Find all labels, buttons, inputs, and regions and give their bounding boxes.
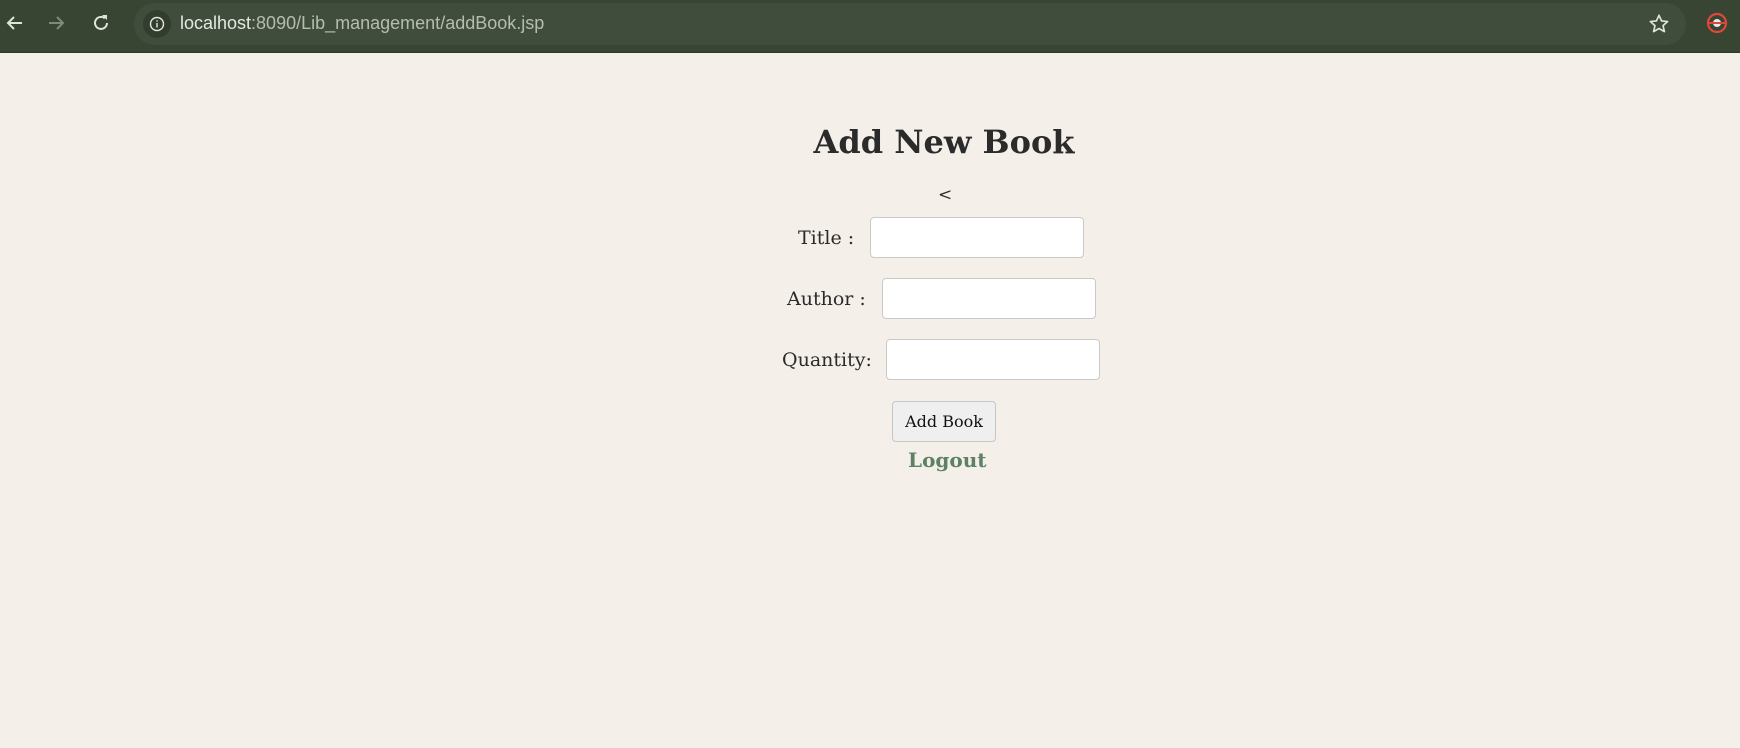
bookmark-star-icon[interactable] (1648, 13, 1670, 35)
url-path: :8090/Lib_management/addBook.jsp (251, 13, 545, 33)
browser-toolbar: localhost:8090/Lib_management/addBook.js… (0, 0, 1740, 53)
url-text: localhost:8090/Lib_management/addBook.js… (180, 13, 544, 34)
stray-text: < (938, 185, 953, 205)
author-row: Author : (787, 278, 1096, 319)
title-label: Title : (798, 226, 855, 249)
reload-icon (94, 15, 108, 30)
page-content: Add New Book < Title : Author : Quantity… (0, 53, 1740, 748)
site-info-icon[interactable] (143, 10, 171, 38)
forward-button[interactable] (41, 8, 71, 38)
logout-link[interactable]: Logout (908, 448, 987, 472)
title-row: Title : (798, 217, 1085, 258)
author-label: Author : (787, 287, 866, 310)
back-button[interactable] (0, 8, 30, 38)
quantity-label: Quantity: (782, 348, 872, 371)
arrow-left-icon (6, 16, 22, 30)
arrow-right-icon (49, 16, 65, 30)
title-input[interactable] (870, 217, 1085, 258)
reload-button[interactable] (86, 8, 116, 38)
page-title: Add New Book (813, 123, 1075, 161)
extension-icon[interactable] (1706, 12, 1728, 34)
quantity-input[interactable] (885, 339, 1100, 380)
add-book-button[interactable]: Add Book (892, 401, 996, 442)
url-host: localhost (180, 13, 252, 33)
address-bar[interactable]: localhost:8090/Lib_management/addBook.js… (134, 3, 1686, 45)
quantity-row: Quantity: (782, 339, 1100, 380)
author-input[interactable] (881, 278, 1096, 319)
